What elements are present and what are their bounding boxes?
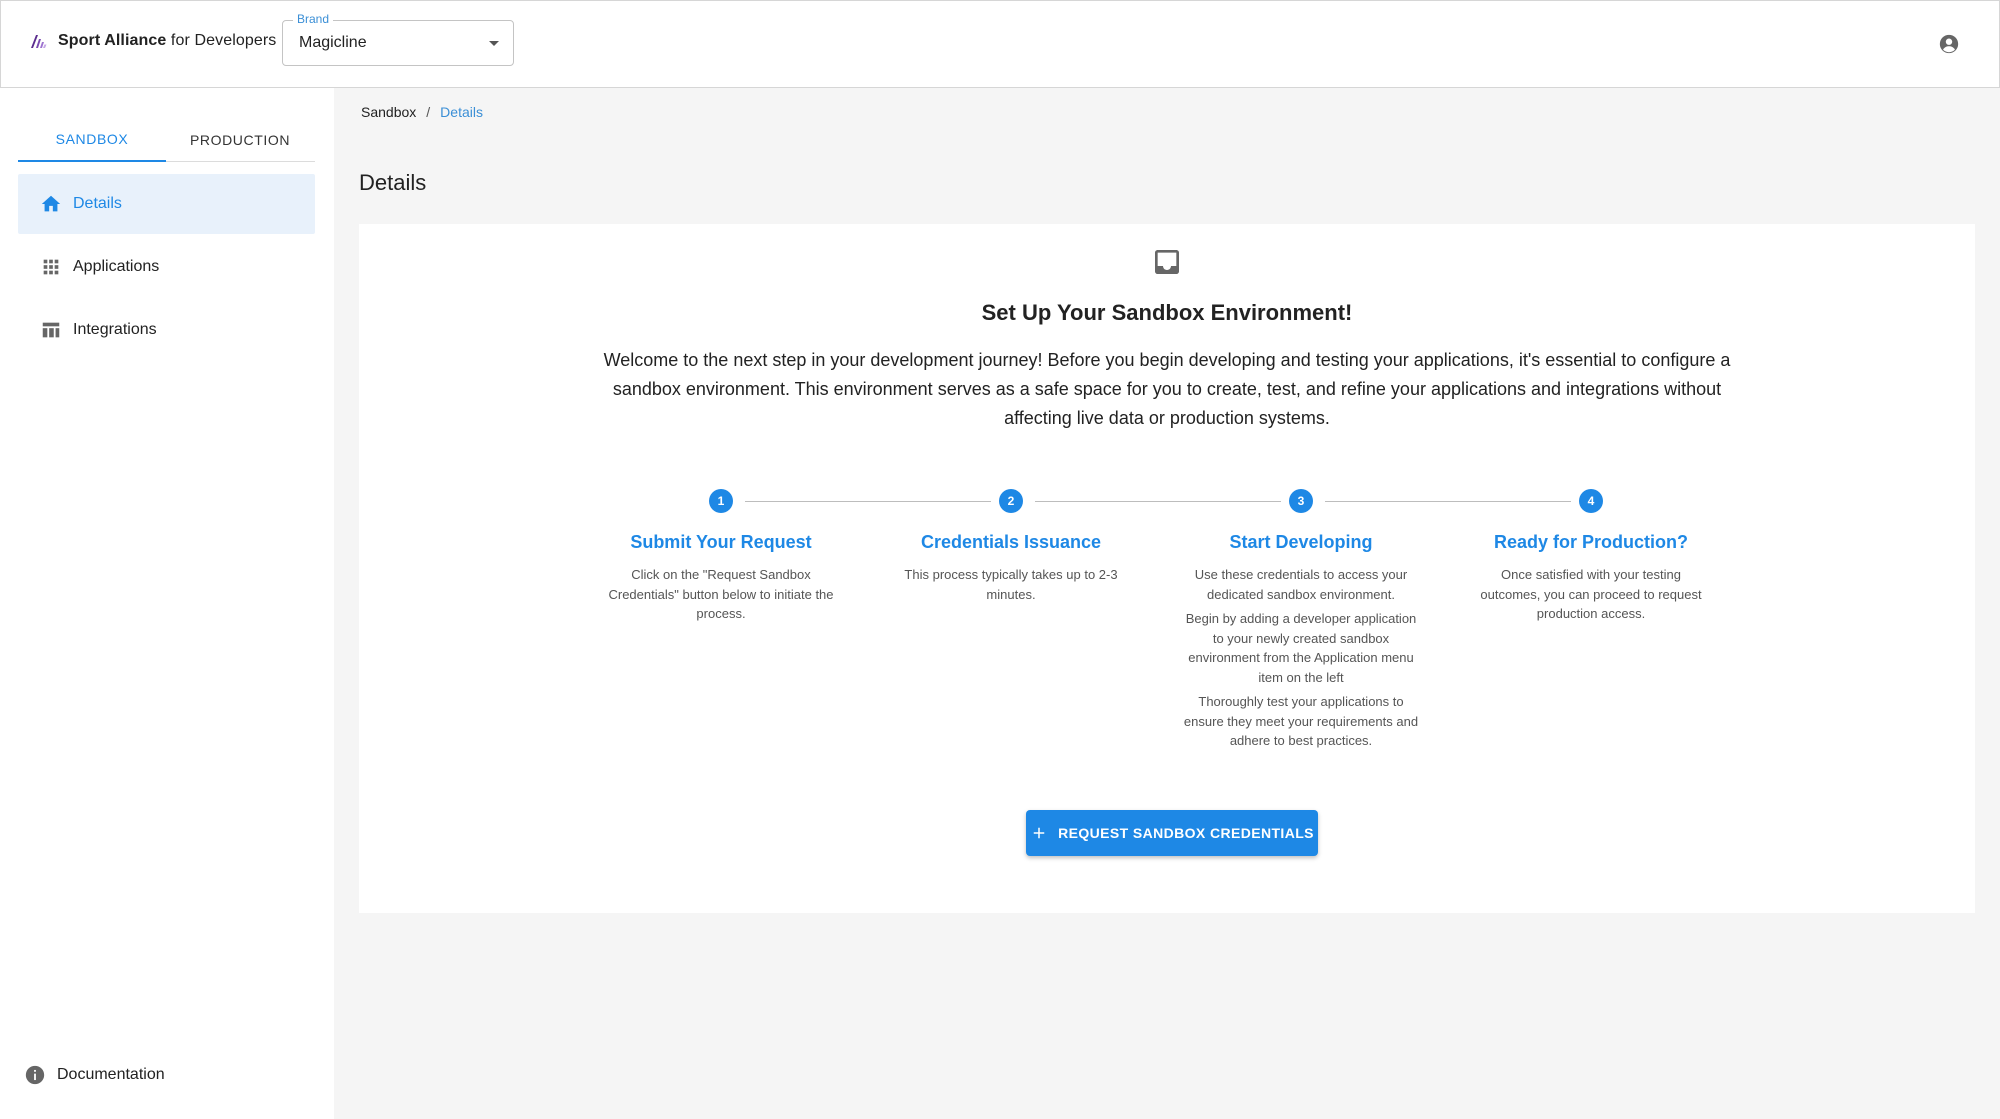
request-sandbox-credentials-button[interactable]: REQUEST SANDBOX CREDENTIALS <box>1026 810 1318 856</box>
step-number-4: 4 <box>1579 489 1603 513</box>
step-2: Credentials Issuance This process typica… <box>893 532 1129 609</box>
app-logo[interactable]: Sport Alliance for Developers <box>29 31 276 51</box>
step-connector <box>745 501 991 502</box>
step-description: This process typically takes up to 2-3 m… <box>904 567 1118 602</box>
documentation-label: Documentation <box>57 1066 165 1083</box>
step-description: Once satisfied with your testing outcome… <box>1480 567 1702 621</box>
card-title: Set Up Your Sandbox Environment! <box>981 300 1353 325</box>
step-title: Ready for Production? <box>1493 532 1688 552</box>
card-description: Welcome to the next step in your develop… <box>603 350 1731 428</box>
documentation-link[interactable]: Documentation <box>24 1064 165 1086</box>
step-connector <box>1035 501 1281 502</box>
breadcrumb-separator: / <box>426 104 431 120</box>
sidebar-item-label: Applications <box>73 258 160 275</box>
plus-icon <box>1033 827 1045 839</box>
tab-production[interactable]: PRODUCTION <box>166 118 314 162</box>
step-number-3: 3 <box>1289 489 1313 513</box>
sidebar-item-label: Integrations <box>73 321 157 338</box>
sidebar-item-label: Details <box>73 195 122 212</box>
sidebar: SANDBOX PRODUCTION Details Applications … <box>0 88 334 1119</box>
sport-alliance-logo-icon <box>31 35 47 48</box>
page-title: Details <box>359 170 427 195</box>
step-description: Thoroughly test your applications to ens… <box>1183 694 1419 748</box>
table-icon <box>42 322 60 338</box>
home-icon <box>41 195 61 212</box>
sidebar-nav: Details Applications Integrations <box>18 174 315 363</box>
step-title: Credentials Issuance <box>920 532 1102 552</box>
sidebar-item-integrations[interactable]: Integrations <box>18 300 315 360</box>
breadcrumb-item-sandbox[interactable]: Sandbox <box>361 104 416 120</box>
sidebar-item-applications[interactable]: Applications <box>18 237 315 297</box>
step-3: Start Developing Use these credentials t… <box>1183 532 1419 756</box>
step-number-2: 2 <box>999 489 1023 513</box>
step-number-1: 1 <box>709 489 733 513</box>
top-app-bar: Sport Alliance for Developers Brand Magi… <box>0 0 2000 88</box>
sandbox-setup-card: Set Up Your Sandbox Environment! Welcome… <box>359 224 1975 913</box>
app-title: Sport Alliance for Developers <box>58 32 277 49</box>
step-4: Ready for Production? Once satisfied wit… <box>1473 532 1709 629</box>
environment-tabs: SANDBOX PRODUCTION <box>18 118 315 162</box>
step-description: Use these credentials to access your ded… <box>1194 567 1408 602</box>
inbox-icon <box>1155 250 1179 274</box>
breadcrumb-item-details: Details <box>440 104 483 120</box>
tab-sandbox[interactable]: SANDBOX <box>18 118 166 162</box>
account-circle-icon[interactable] <box>1938 33 1960 55</box>
apps-grid-icon <box>43 259 59 275</box>
sidebar-item-details[interactable]: Details <box>18 174 315 234</box>
brand-select-value: Magicline <box>299 34 367 51</box>
chevron-down-icon <box>489 41 499 46</box>
breadcrumb: Sandbox / Details <box>361 104 483 120</box>
button-label: REQUEST SANDBOX CREDENTIALS <box>1058 825 1314 841</box>
brand-select-label: Brand <box>293 12 334 26</box>
step-1: Submit Your Request Click on the "Reques… <box>603 532 839 629</box>
step-connector <box>1325 501 1571 502</box>
brand-select[interactable]: Brand Magicline <box>282 12 514 66</box>
step-title: Submit Your Request <box>630 532 812 552</box>
step-description: Begin by adding a developer application … <box>1185 611 1417 685</box>
step-description: Click on the "Request Sandbox Credential… <box>608 567 834 621</box>
info-icon <box>25 1065 45 1085</box>
step-title: Start Developing <box>1229 532 1373 552</box>
